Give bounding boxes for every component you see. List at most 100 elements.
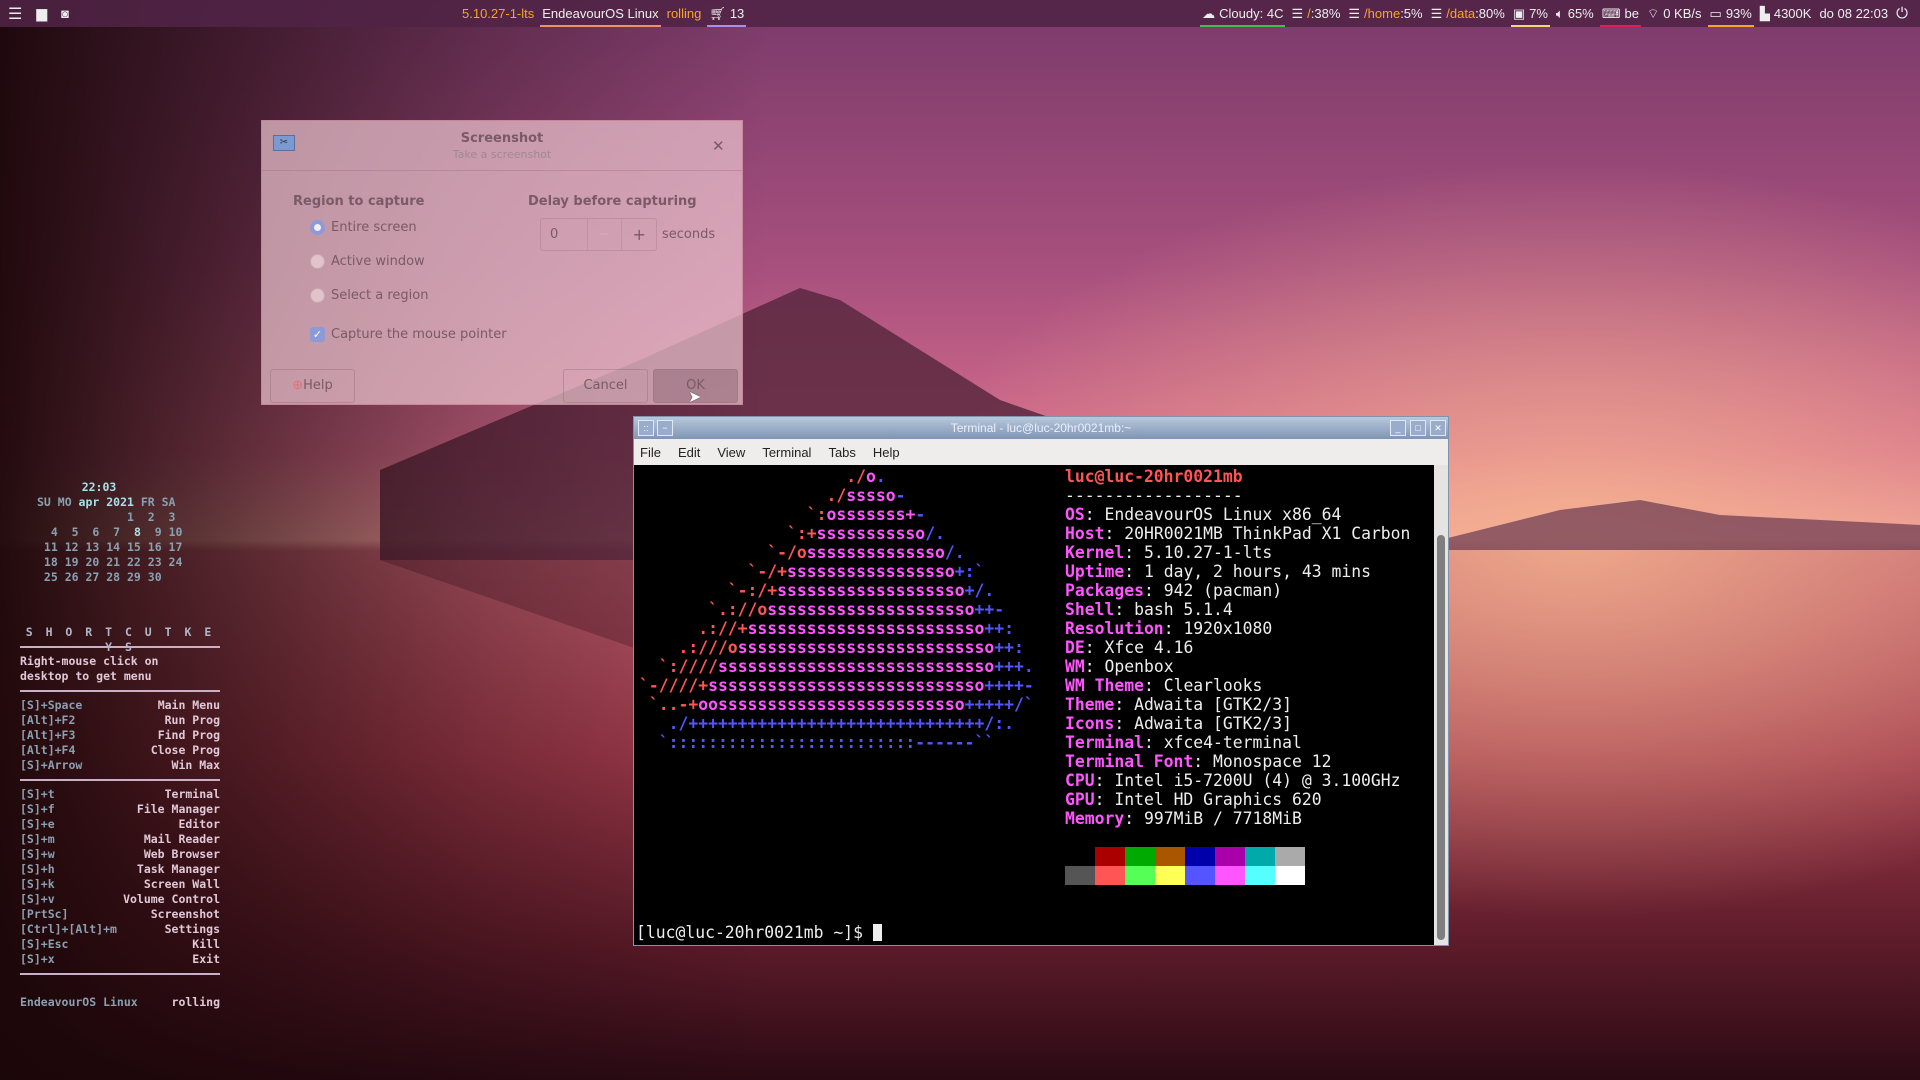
shortcut-key: [S]+k: [20, 877, 55, 891]
logo-line: ./++++++++++++++++++++++++++++++/:.: [639, 714, 1034, 733]
increment-button[interactable]: +: [621, 219, 656, 250]
logo-segment: +:`: [954, 562, 985, 581]
terminal-output[interactable]: ./o. ./sssso- `:osssssss+- `:+ssssssssss…: [634, 465, 1436, 945]
dialog-title: Screenshot: [460, 131, 544, 146]
radio-button[interactable]: [310, 220, 325, 235]
menu-terminal[interactable]: Terminal: [762, 445, 811, 460]
shortcut-row: [Alt]+F2 Run Prog: [20, 713, 220, 728]
calendar: SU MO apr 2021 FR SA 1 2 3 4 5 6 7 8 9 1…: [37, 495, 183, 584]
menu-icon[interactable]: ☰: [8, 4, 22, 24]
logo-segment: `-////+: [639, 676, 709, 695]
cloud-icon: ☁: [1202, 5, 1216, 21]
footer-distro: EndeavourOS Linux: [20, 995, 138, 1009]
shell-prompt[interactable]: [luc@luc-20hr0021mb ~]$: [636, 923, 882, 942]
radio-active-window[interactable]: Active window: [310, 254, 425, 269]
menu-view[interactable]: View: [717, 445, 745, 460]
shortcut-key: [Ctrl]+[Alt]+m: [20, 922, 117, 936]
scrollbar-thumb[interactable]: [1437, 535, 1445, 940]
radio-button[interactable]: [310, 288, 325, 303]
calendar-today: 8: [127, 525, 141, 539]
logo-segment: `:::::::::::::::::::::::::------``: [639, 733, 995, 752]
shortcut-key: [S]+Arrow: [20, 758, 83, 772]
close-icon[interactable]: ✕: [712, 137, 725, 155]
keyboard-layout[interactable]: ⌨ be: [1598, 0, 1643, 27]
terminal-titlebar[interactable]: :: − Terminal - luc@luc-20hr0021mb:~ _ □…: [634, 417, 1448, 439]
scrollbar[interactable]: [1434, 465, 1448, 945]
menu-help[interactable]: Help: [873, 445, 900, 460]
logo-segment: `..-+: [639, 695, 699, 714]
weather-widget[interactable]: ☁ Cloudy: 4C: [1198, 0, 1287, 27]
capture-pointer-checkbox[interactable]: ✓ Capture the mouse pointer: [310, 327, 507, 342]
dialog-header: ✂ Screenshot Take a screenshot ✕: [262, 121, 742, 171]
network-speed[interactable]: ⌔ 0 KB/s: [1643, 0, 1706, 27]
info-line: Kernel: 5.10.27-1-lts: [1065, 543, 1273, 562]
logo-segment: osssssss+: [826, 505, 916, 524]
clock[interactable]: do 08 22:03: [1815, 0, 1892, 27]
color-swatch: [1065, 847, 1095, 866]
menu-file[interactable]: File: [640, 445, 661, 460]
user-host: luc@luc-20hr0021mb: [1065, 467, 1243, 486]
minimize-icon[interactable]: _: [1390, 420, 1406, 436]
info-value: xfce4-terminal: [1163, 733, 1302, 752]
logo-line: ./o.: [639, 467, 1034, 486]
shortcut-row: [Ctrl]+[Alt]+m Settings: [20, 922, 220, 937]
cancel-button[interactable]: Cancel: [563, 369, 648, 403]
window-menu-icon[interactable]: ::: [638, 420, 654, 436]
speaker-icon: 🔈︎: [1555, 5, 1564, 21]
shortcut-row: [S]+Space Main Menu: [20, 698, 220, 713]
decrement-button[interactable]: −: [586, 219, 622, 250]
info-key: Packages: [1065, 581, 1144, 600]
battery-level[interactable]: ▭ 93%: [1706, 0, 1756, 27]
menu-edit[interactable]: Edit: [678, 445, 700, 460]
logo-segment: ssssssssssssssssssssssssssso: [708, 676, 985, 695]
shortcut-key: [S]+w: [20, 847, 55, 861]
delay-unit: seconds: [662, 227, 716, 242]
info-value: Intel HD Graphics 620: [1114, 790, 1322, 809]
logo-line: `.://osssssssssssssssssssso++-: [639, 600, 1034, 619]
info-key: GPU: [1065, 790, 1095, 809]
info-line: WM Theme: Clearlooks: [1065, 676, 1263, 695]
delay-input[interactable]: 0: [541, 219, 587, 250]
power-icon[interactable]: ⏻: [1892, 0, 1912, 27]
logo-line: `:+sssssssssso/.: [639, 524, 1034, 543]
info-line: Memory: 997MiB / 7718MiB: [1065, 809, 1302, 828]
info-value: 5.10.27-1-lts: [1143, 543, 1273, 562]
maximize-icon[interactable]: □: [1410, 420, 1426, 436]
logo-line: ./sssso-: [639, 486, 1034, 505]
footer-channel: rolling: [171, 995, 220, 1009]
info-value: 20HR0021MB ThinkPad X1 Carbon: [1124, 524, 1411, 543]
color-swatch: [1155, 847, 1185, 866]
radio-button[interactable]: [310, 254, 325, 269]
distro-name[interactable]: EndeavourOS Linux: [538, 0, 662, 27]
disk-icon: ☰: [1430, 5, 1443, 21]
shortcut-row: [S]+k Screen Wall: [20, 877, 220, 892]
info-key: Uptime: [1065, 562, 1125, 581]
shortcut-hint: Right-mouse click on desktop to get menu: [20, 654, 159, 683]
shortcut-action: Exit: [192, 952, 220, 966]
close-icon[interactable]: ✕: [1430, 420, 1446, 436]
logo-segment: [639, 467, 846, 486]
shortcut-row: [Alt]+F3 Find Prog: [20, 728, 220, 743]
radio-select-region[interactable]: Select a region: [310, 288, 428, 303]
menu-tabs[interactable]: Tabs: [828, 445, 855, 460]
logo-segment: /.: [944, 543, 965, 562]
help-button[interactable]: ⊕Help: [270, 369, 355, 403]
volume-control[interactable]: 🔈︎ 65%: [1552, 0, 1598, 27]
updates-indicator[interactable]: 🛒︎ 13: [705, 0, 748, 27]
folder-icon[interactable]: ▆: [36, 5, 47, 22]
info-line: DE: Xfce 4.16: [1065, 638, 1194, 657]
info-value: 942 (pacman): [1163, 581, 1283, 600]
terminal-menubar: File Edit View Terminal Tabs Help: [634, 439, 1448, 465]
info-line: WM: Openbox: [1065, 657, 1174, 676]
cpu-usage[interactable]: ▣ 7%: [1509, 0, 1552, 27]
camera-icon[interactable]: ◙: [61, 6, 69, 21]
logo-segment: ./: [639, 486, 847, 505]
shortcut-row: [PrtSc] Screenshot: [20, 907, 220, 922]
shade-icon[interactable]: −: [657, 420, 673, 436]
shortcut-action: Main Menu: [157, 698, 220, 712]
logo-segment: ++-: [974, 600, 1005, 619]
delay-spinbox[interactable]: 0 − +: [540, 218, 657, 251]
info-key: Terminal Font: [1065, 752, 1194, 771]
radio-entire-screen[interactable]: Entire screen: [310, 220, 417, 235]
check-icon[interactable]: ✓: [310, 327, 325, 342]
